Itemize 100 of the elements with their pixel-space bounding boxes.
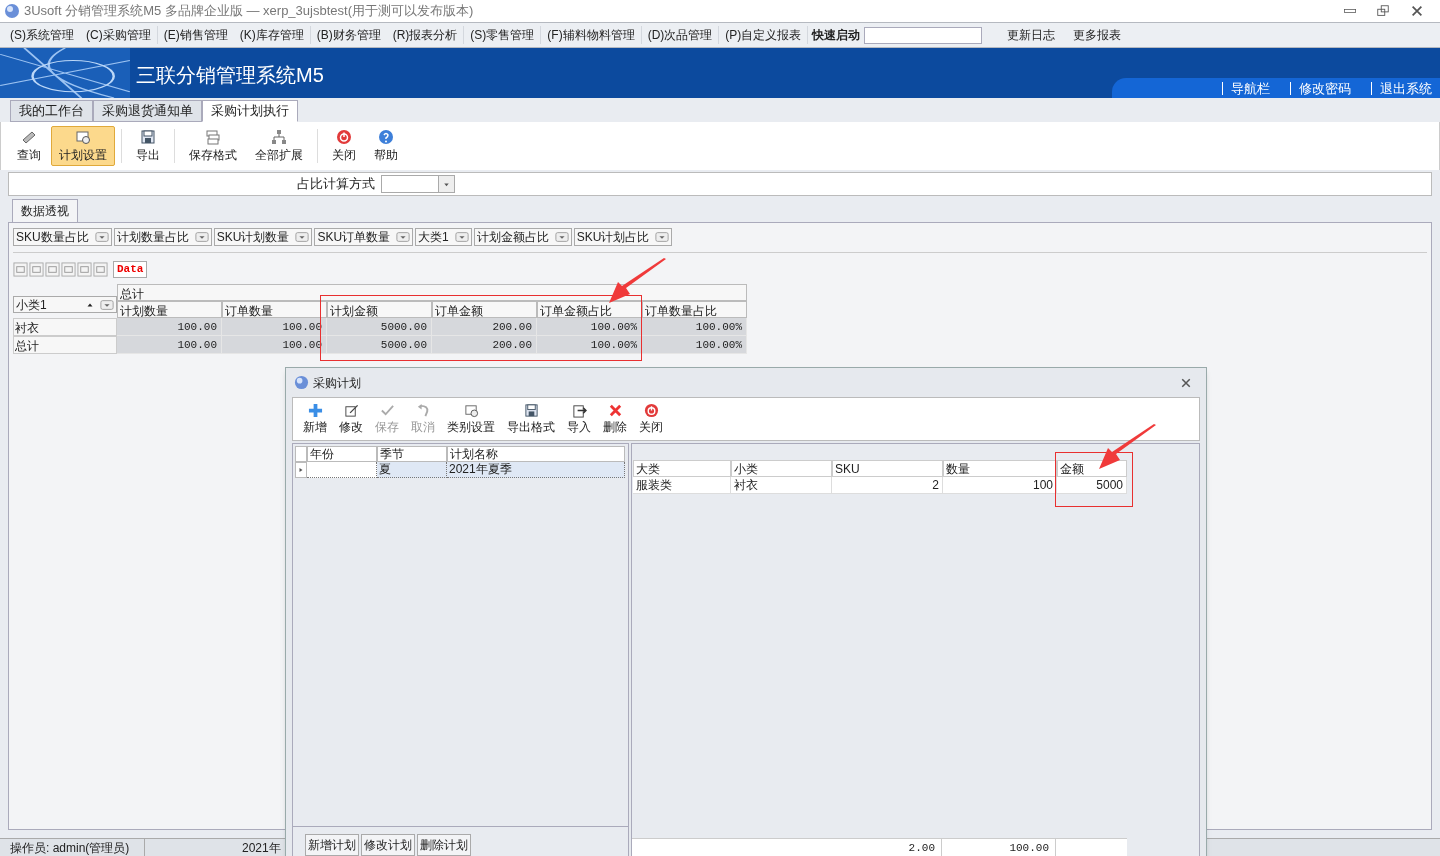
dialog-title: 采购计划 (313, 374, 361, 392)
table-cell: 200.00 (432, 318, 537, 336)
menu-item[interactable]: (P)自定义报表 (719, 26, 809, 44)
globe-graphic-icon (0, 48, 130, 98)
power-icon (336, 128, 352, 145)
banner-link[interactable]: 退出系统 (1371, 81, 1432, 95)
table-cell: 100.00% (537, 336, 642, 354)
table-cell: 100.00% (642, 318, 747, 336)
menu-item[interactable]: (B)财务管理 (310, 26, 387, 44)
column-header: 计划数量 (117, 301, 222, 318)
tab[interactable]: 我的工作台 (10, 100, 93, 122)
column-header: 总计 (117, 284, 747, 301)
date-status: 2021年 (241, 839, 281, 856)
field-button[interactable]: SKU数量占比 (13, 228, 112, 246)
banner-link[interactable]: 修改密码 (1290, 81, 1351, 95)
table-cell: 5000.00 (327, 336, 432, 354)
menu-link[interactable]: 更新日志 (998, 26, 1065, 44)
toolbar-button[interactable]: 删除 (597, 399, 633, 439)
plan-button[interactable]: 修改计划 (361, 834, 415, 856)
toolbar-button[interactable]: 导出 (128, 126, 168, 166)
globe-icon (294, 375, 309, 390)
column-header: SKU (832, 460, 943, 477)
tab[interactable]: 采购计划执行 (202, 100, 298, 122)
tab[interactable]: 数据透视 (12, 199, 78, 222)
close-icon (1410, 4, 1424, 18)
banner-link[interactable]: 导航栏 (1222, 81, 1270, 95)
menu-item[interactable]: (R)报表分析 (386, 26, 465, 44)
toolbar-button[interactable]: 导入 (561, 399, 597, 439)
menu-item[interactable]: (F)辅料物料管理 (541, 26, 642, 44)
field-button[interactable]: SKU计划数量 (213, 228, 313, 246)
toolbar-button[interactable]: 导出格式 (501, 399, 561, 439)
stacked-windows-icon (205, 128, 221, 145)
help-icon (378, 128, 394, 145)
window-title: 3Usoft 分销管理系统M5 多品牌企业版 — xerp_3ujsbtest(用于测可以发布版本) (24, 2, 474, 21)
field-button[interactable]: SKU订单数量 (314, 228, 414, 246)
table-cell: 夏 (377, 462, 447, 478)
settings-icon (75, 128, 91, 145)
globe-icon (4, 3, 20, 19)
annotation-arrow (1098, 424, 1158, 470)
row-header: 总计 (13, 336, 117, 354)
column-header: 订单金额 (432, 301, 537, 318)
quick-launch-field[interactable] (864, 26, 983, 44)
plan-button[interactable]: 新增计划 (305, 834, 359, 856)
table-cell: 200.00 (432, 336, 537, 354)
total-cell: 2.00 (632, 839, 942, 856)
field-button[interactable]: 大类1 (415, 228, 472, 246)
tab[interactable]: 采购退货通知单 (93, 100, 202, 122)
toolbar-button[interactable]: 关闭 (324, 126, 364, 166)
menu-item[interactable]: (D)次品管理 (641, 26, 720, 44)
power-icon (643, 402, 659, 418)
dropdown-icon (295, 230, 310, 244)
menu-item[interactable]: (S)零售管理 (464, 26, 542, 44)
dropdown-icon (454, 230, 469, 244)
table-cell: 100.00 (117, 336, 222, 354)
table-cell: 100.00 (117, 318, 222, 336)
annotation-arrow (608, 258, 668, 304)
column-header: 计划金额 (327, 301, 432, 318)
toolbar-button[interactable]: 新增 (297, 399, 333, 439)
field-button[interactable]: 计划金额占比 (473, 228, 572, 246)
field-button[interactable]: SKU计划占比 (573, 228, 673, 246)
close-icon (1180, 376, 1192, 389)
total-cell: 100.00 (942, 839, 1056, 856)
row-pointer-icon (297, 466, 305, 474)
column-header: 订单数量 (222, 301, 327, 318)
menu-item[interactable]: (K)库存管理 (233, 26, 311, 44)
row-header: 衬衣 (13, 318, 117, 336)
column-header: 订单金额占比 (537, 301, 642, 318)
ratio-dropdown[interactable] (381, 175, 455, 193)
field-button[interactable]: 计划数量占比 (113, 228, 212, 246)
toolbar-button[interactable]: 帮助 (366, 126, 406, 166)
app-title: 三联分销管理系统M5 (136, 63, 324, 88)
table-cell: 100 (943, 477, 1057, 494)
data-button[interactable]: Data (113, 261, 148, 278)
menu-link[interactable]: 更多报表 (1064, 26, 1131, 44)
toolbar-button[interactable]: 关闭 (633, 399, 669, 439)
menu-item[interactable]: (C)采购管理 (80, 26, 158, 44)
quick-launch-label: 快速启动 (810, 27, 862, 44)
row-field-button[interactable]: 小类1 (13, 296, 117, 313)
edit-icon (343, 402, 359, 418)
filter-label: 占比计算方式 (297, 175, 375, 194)
minimize-icon (1344, 9, 1356, 13)
restore-icon (1376, 4, 1390, 18)
toolbar-button[interactable]: 保存格式 (181, 126, 245, 166)
dropdown-icon (100, 297, 114, 312)
operator-status: 操作员: admin(管理员) (0, 838, 145, 856)
toolbar-button[interactable]: 全部扩展 (247, 126, 311, 166)
dropdown-icon (94, 230, 109, 244)
menu-item[interactable]: (S)系统管理 (4, 26, 80, 44)
toolbar-button[interactable]: 查询 (9, 126, 49, 166)
column-header: 计划名称 (447, 446, 625, 462)
table-cell: 服装类 (633, 477, 731, 494)
toolbar-button[interactable]: 计划设置 (51, 126, 115, 166)
menu-item[interactable]: (E)销售管理 (157, 26, 234, 44)
plan-button[interactable]: 删除计划 (417, 834, 471, 856)
table-cell: 2 (832, 477, 943, 494)
toolbar-button[interactable]: 修改 (333, 399, 369, 439)
table-cell: 100.00% (537, 318, 642, 336)
table-cell: 5000 (1057, 477, 1127, 494)
check-icon (379, 402, 395, 418)
toolbar-button[interactable]: 类别设置 (441, 399, 501, 439)
